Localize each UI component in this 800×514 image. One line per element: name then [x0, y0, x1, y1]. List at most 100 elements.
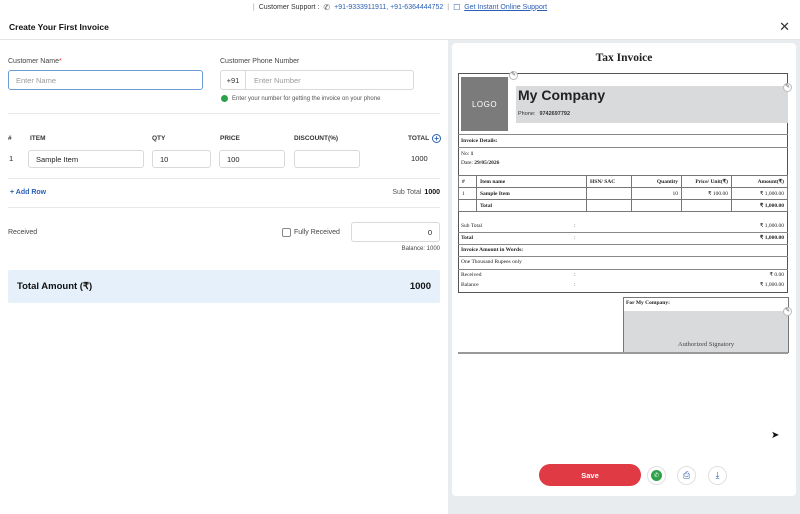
country-code[interactable]: +91	[221, 71, 246, 89]
table-header-row: # Item name HSN/ SAC Quantity Price/ Uni…	[458, 175, 788, 188]
qty-input[interactable]: 10	[152, 150, 211, 168]
scroll-bar[interactable]	[458, 352, 788, 354]
authorized-signatory: Authorized Signatory	[677, 341, 735, 348]
colon: :	[574, 282, 576, 288]
edit-logo-icon[interactable]: ✎	[509, 71, 518, 80]
th-num: #	[458, 175, 477, 188]
cell-item: Sample Item	[476, 187, 587, 200]
rule	[458, 147, 788, 148]
received-input[interactable]: 0	[351, 222, 440, 242]
invoice-title: Tax Invoice	[595, 52, 653, 64]
fully-received-checkbox[interactable]: Fully Received	[282, 228, 340, 237]
customer-name-label: Customer Name*	[8, 58, 62, 65]
colon: :	[574, 272, 576, 278]
table-total-row: Total ₹ 1,000.00	[458, 199, 788, 212]
close-icon[interactable]: ✕	[779, 20, 790, 33]
online-support-link[interactable]: Get Instant Online Support	[464, 4, 547, 11]
add-row-button[interactable]: + Add Row	[10, 189, 46, 196]
colon: :	[574, 235, 576, 241]
summary-balance-value: ₹ 1,000.00	[759, 282, 784, 288]
row-total: 1000	[411, 154, 428, 163]
total-amount-value: 1000	[409, 281, 431, 292]
download-icon: ⤓	[715, 470, 720, 480]
rule	[458, 256, 788, 257]
dialog-title: Create Your First Invoice	[9, 21, 109, 32]
checkbox[interactable]	[282, 228, 291, 237]
printer-icon: ⎙	[682, 470, 691, 480]
th-amount: Amount(₹)	[731, 175, 788, 188]
whatsapp-icon	[221, 95, 228, 102]
cell-amount: ₹ 1,000.00	[731, 187, 788, 200]
edit-signature-icon[interactable]: ✎	[783, 307, 792, 316]
th-price: Price/ Unit(₹)	[681, 175, 732, 188]
invoice-form: Customer Name* Enter Name Customer Phone…	[0, 40, 448, 514]
col-item: ITEM	[30, 135, 46, 142]
company-name[interactable]: My Company	[518, 87, 605, 103]
cell-qty: 10	[631, 187, 682, 200]
rule	[458, 244, 788, 245]
col-discount: DISCOUNT(%)	[294, 135, 339, 142]
customer-name-input[interactable]: Enter Name	[8, 70, 203, 90]
invoice-paper: Tax Invoice LOGO ✎ My Company ✎ Phone: 97…	[452, 43, 796, 496]
print-button[interactable]: ⎙	[677, 466, 696, 485]
balance-text: Balance: 1000	[401, 246, 440, 252]
subtotal: Sub Total 1000	[392, 189, 440, 196]
words-value: One Thousand Rupees only	[461, 259, 522, 265]
items-table: # Item name HSN/ SAC Quantity Price/ Uni…	[458, 175, 788, 212]
company-phone: Phone: 9742697792	[518, 111, 571, 117]
signature-title: For My Company:	[626, 300, 670, 306]
th-item: Item name	[476, 175, 587, 188]
summary-subtotal-label: Sub Total	[461, 223, 483, 229]
customer-name-placeholder: Enter Name	[16, 75, 57, 85]
price-input[interactable]: 100	[219, 150, 285, 168]
th-qty: Quantity	[631, 175, 682, 188]
cell-hsn	[586, 187, 632, 200]
download-button[interactable]: ⤓	[708, 466, 727, 485]
row-num: 1	[9, 154, 14, 163]
summary-balance-label: Balance	[461, 282, 479, 288]
invoice-no: No: 1	[461, 151, 474, 157]
total-amount-label: Total Amount (₹)	[17, 281, 93, 292]
rule	[458, 134, 788, 135]
discount-input[interactable]	[294, 150, 360, 168]
summary-total-value: ₹ 1,000.00	[759, 235, 784, 241]
rule	[458, 232, 788, 233]
phone-placeholder: Enter Number	[254, 75, 301, 85]
save-button[interactable]: Save	[539, 464, 641, 486]
phone-icon: ✆	[323, 2, 331, 12]
item-input[interactable]: Sample Item	[28, 150, 144, 168]
cell-price: ₹ 100.00	[681, 187, 732, 200]
phone-hint: Enter your number for getting the invoic…	[221, 95, 380, 102]
col-price: PRICE	[220, 135, 240, 142]
support-phones[interactable]: +91-9333911911, +91-6364444752	[334, 4, 443, 11]
cell-num: 1	[458, 187, 477, 200]
support-label: Customer Support :	[258, 3, 320, 11]
col-qty: QTY	[152, 135, 166, 142]
summary-received-label: Received	[461, 272, 482, 278]
col-total: TOTAL +	[408, 134, 442, 143]
divider	[8, 113, 440, 114]
separator: |	[252, 3, 255, 11]
mouse-cursor-icon: ➤	[771, 430, 780, 441]
rule	[458, 269, 788, 270]
dialog-header: Create Your First Invoice ✕	[0, 14, 800, 40]
invoice-preview-panel: Tax Invoice LOGO ✎ My Company ✎ Phone: 97…	[448, 40, 800, 514]
logo-placeholder[interactable]: LOGO	[461, 77, 508, 131]
whatsapp-share-button[interactable]: ✆	[647, 466, 666, 485]
phone-input[interactable]: +91 Enter Number	[220, 70, 414, 90]
colon: :	[574, 223, 576, 229]
edit-company-icon[interactable]: ✎	[783, 83, 792, 92]
summary-subtotal-value: ₹ 1,000.00	[759, 223, 784, 229]
total-row-label: Total	[476, 199, 587, 212]
total-row-amount: ₹ 1,000.00	[731, 199, 788, 212]
divider	[8, 178, 440, 179]
received-label: Received	[8, 229, 38, 236]
invoice-details-title: Invoice Details:	[461, 138, 498, 144]
total-amount-box: Total Amount (₹) 1000	[8, 270, 440, 303]
th-hsn: HSN/ SAC	[586, 175, 632, 188]
chat-icon: ☐	[453, 2, 461, 12]
add-column-icon[interactable]: +	[432, 134, 442, 143]
col-num: #	[8, 135, 12, 142]
words-title: Invoice Amount in Words:	[461, 247, 524, 253]
support-bar: | Customer Support : ✆ +91-9333911911, +…	[0, 0, 800, 14]
